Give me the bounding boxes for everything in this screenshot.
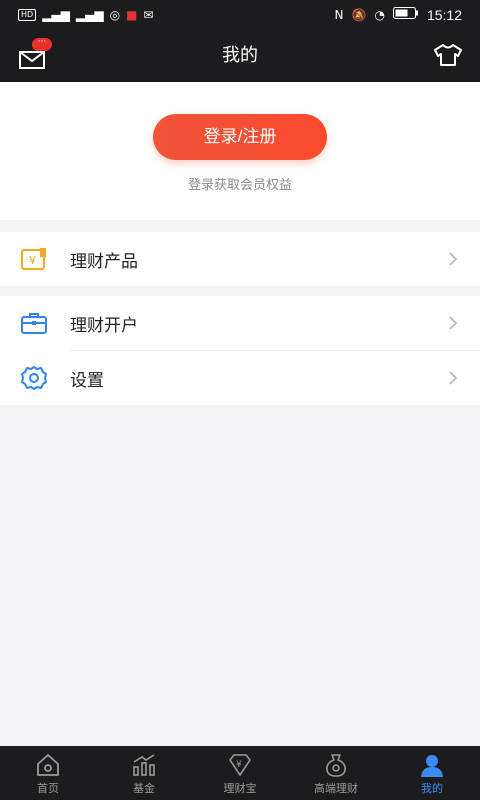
- menu-label-settings: 设置: [70, 370, 104, 391]
- home-icon: [37, 754, 59, 776]
- tab-label: 理财宝: [223, 782, 257, 795]
- tab-label: 基金: [133, 782, 155, 795]
- clock: 15:12: [426, 7, 462, 23]
- signal-icon-2: ▂▄▆: [75, 8, 104, 22]
- tshirt-icon: [434, 44, 462, 66]
- status-left: HD ▂▄▆ ▂▄▆ ◎ ■ ✉: [18, 8, 153, 22]
- tab-licaibao[interactable]: ¥ 理财宝: [192, 746, 288, 800]
- chevron-right-icon: [449, 252, 458, 266]
- speed-icon: ◔: [374, 8, 385, 22]
- tab-label: 高端理财: [314, 782, 358, 795]
- signal-icon: ▂▄▆: [42, 8, 70, 22]
- tab-label: 首页: [37, 782, 59, 795]
- user-icon: [421, 755, 443, 777]
- menu-item-settings[interactable]: 设置: [0, 351, 480, 405]
- tab-home[interactable]: 首页: [0, 746, 96, 800]
- page-title: 我的: [222, 45, 258, 66]
- skin-button[interactable]: [432, 42, 466, 70]
- wallet-yen-icon: ¥: [21, 248, 46, 270]
- chevron-right-icon: [449, 316, 458, 330]
- mute-icon: 🔕: [351, 8, 367, 22]
- top-navbar: ··· 我的: [0, 30, 480, 82]
- menu-item-account[interactable]: 理财开户: [0, 296, 480, 350]
- menu-group-settings: 理财开户 设置: [0, 296, 480, 405]
- gear-icon: [21, 366, 47, 390]
- status-right: N 🔕 ◔ 15:12: [335, 7, 462, 23]
- login-register-button[interactable]: 登录/注册: [153, 114, 327, 160]
- tab-fund[interactable]: 基金: [96, 746, 192, 800]
- tab-premium[interactable]: 高端理财: [288, 746, 384, 800]
- status-bar: HD ▂▄▆ ▂▄▆ ◎ ■ ✉ N 🔕 ◔ 15:12: [0, 0, 480, 30]
- menu-group-products: ¥ 理财产品: [0, 232, 480, 286]
- menu-item-products[interactable]: ¥ 理财产品: [0, 232, 480, 286]
- chevron-right-icon: [449, 371, 458, 385]
- hotspot-icon: ◎: [109, 8, 121, 22]
- tab-mine[interactable]: 我的: [384, 746, 480, 800]
- money-bag-icon: [326, 754, 346, 777]
- diamond-yen-icon: ¥: [229, 754, 251, 776]
- login-card: 登录/注册 登录获取会员权益: [0, 82, 480, 220]
- svg-text:¥: ¥: [236, 760, 242, 770]
- chart-icon: [133, 754, 155, 776]
- briefcase-icon: [21, 313, 47, 334]
- menu-label-account: 理财开户: [70, 315, 138, 336]
- notification-icon: ■: [126, 8, 138, 22]
- hd-badge: HD: [18, 9, 37, 21]
- wechat-icon: ✉: [143, 8, 154, 22]
- tab-label: 我的: [421, 782, 443, 795]
- menu-label-products: 理财产品: [70, 251, 138, 272]
- nfc-icon: N: [334, 8, 344, 22]
- battery-icon: [392, 7, 419, 23]
- login-subtitle: 登录获取会员权益: [187, 178, 292, 193]
- bottom-tab-bar: 首页 基金 ¥ 理财宝 高端理财 我的: [0, 746, 480, 800]
- svg-text:¥: ¥: [29, 254, 36, 267]
